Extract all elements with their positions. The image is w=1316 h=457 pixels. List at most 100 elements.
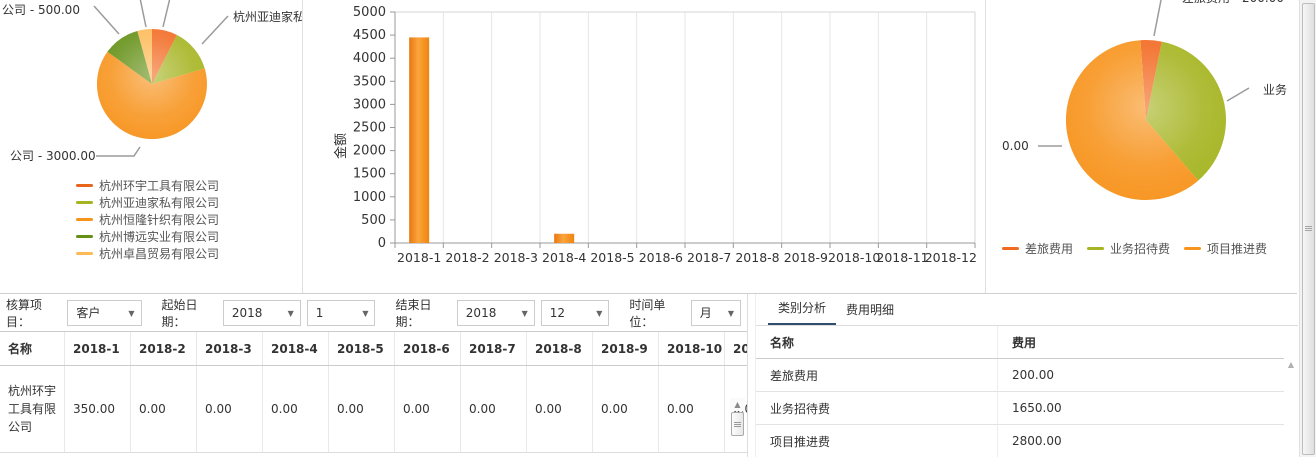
category-table-body: 差旅费用200.00业务招待费1650.00项目推进费2800.00 bbox=[756, 359, 1284, 457]
cell-fee-value: 200.00 bbox=[998, 368, 1284, 382]
col-header-month: 2018-11 bbox=[725, 332, 748, 365]
svg-text:2018-1: 2018-1 bbox=[397, 250, 441, 265]
cell-value: 0.00 bbox=[395, 366, 461, 453]
time-unit-select[interactable]: 月▼ bbox=[691, 300, 741, 326]
col-header-month: 2018-1 bbox=[65, 332, 131, 365]
pivot-table-panel: 核算项目： 客户▼ 起始日期： 2018▼ 1▼ 结束日期： 2018▼ 12▼… bbox=[0, 294, 748, 457]
page-scrollbar[interactable] bbox=[1299, 0, 1316, 457]
cell-company-name: 杭州环宇工具有限公司 bbox=[0, 366, 65, 453]
category-table-scrollbar[interactable]: ▲ bbox=[1284, 360, 1298, 369]
chevron-down-icon: ▼ bbox=[128, 309, 134, 318]
cell-value: 0.00 bbox=[461, 366, 527, 453]
svg-text:4500: 4500 bbox=[353, 28, 386, 43]
pivot-table-body: 杭州环宇工具有限公司350.000.000.000.000.000.000.00… bbox=[0, 366, 747, 453]
cell-fee-value: 2800.00 bbox=[998, 434, 1284, 448]
svg-text:2018-12: 2018-12 bbox=[925, 250, 977, 265]
bar-2018-4[interactable] bbox=[554, 234, 574, 243]
legend-label: 杭州环宇工具有限公司 bbox=[99, 177, 219, 194]
chevron-down-icon: ▼ bbox=[596, 309, 602, 318]
scrollbar-grip-icon bbox=[1305, 226, 1312, 231]
legend-item[interactable]: 差旅费用 bbox=[1002, 240, 1073, 257]
tab-category-analysis[interactable]: 类别分析 bbox=[768, 294, 836, 325]
col-header-month: 2018-3 bbox=[197, 332, 263, 365]
legend-item[interactable]: 杭州环宇工具有限公司 bbox=[76, 177, 226, 194]
page-scrollbar-thumb[interactable] bbox=[1302, 3, 1315, 455]
pivot-table-scrollbar[interactable]: ▲ bbox=[730, 398, 745, 437]
analysis-panel: 类别分析 费用明细 名称 费用 差旅费用200.00业务招待费1650.00项目… bbox=[755, 294, 1298, 457]
category-table: 名称 费用 差旅费用200.00业务招待费1650.00项目推进费2800.00 bbox=[756, 326, 1284, 457]
legend-item[interactable]: 业务招待费 bbox=[1087, 240, 1170, 257]
chevron-down-icon: ▼ bbox=[728, 309, 734, 318]
legend-item[interactable]: 杭州恒隆针织有限公司 bbox=[76, 211, 226, 228]
svg-text:1500: 1500 bbox=[353, 167, 386, 182]
legend-item[interactable]: 项目推进费 bbox=[1184, 240, 1267, 257]
scroll-up-icon[interactable]: ▲ bbox=[730, 398, 745, 411]
legend-item[interactable]: 杭州卓昌贸易有限公司 bbox=[76, 245, 226, 262]
legend-swatch-icon bbox=[76, 218, 93, 221]
chevron-down-icon: ▼ bbox=[362, 309, 368, 318]
pie-label-3000: 公司 - 3000.00 bbox=[10, 147, 96, 164]
end-date-label: 结束日期： bbox=[395, 296, 450, 330]
chevron-down-icon: ▼ bbox=[522, 309, 528, 318]
svg-text:500: 500 bbox=[361, 213, 386, 228]
tab-expense-detail[interactable]: 费用明细 bbox=[836, 295, 904, 325]
svg-text:1000: 1000 bbox=[353, 190, 386, 205]
start-year-select[interactable]: 2018▼ bbox=[223, 300, 301, 326]
legend-swatch-icon bbox=[76, 235, 93, 238]
category-pie-legend: 差旅费用业务招待费 项目推进费 bbox=[986, 240, 1283, 257]
col-header-month: 2018-4 bbox=[263, 332, 329, 365]
filter-bar: 核算项目： 客户▼ 起始日期： 2018▼ 1▼ 结束日期： 2018▼ 12▼… bbox=[0, 294, 747, 331]
analysis-tabs: 类别分析 费用明细 bbox=[756, 294, 1298, 326]
cell-value: 0.00 bbox=[131, 366, 197, 453]
monthly-bar-chart: 0500100015002000250030003500400045005000… bbox=[303, 0, 985, 293]
dashboard: 公司 - 500.00 杭州亚迪家私 公司 - 3000.00 杭州环宇工具有限… bbox=[0, 0, 1316, 457]
customer-pie-slices[interactable] bbox=[97, 29, 207, 139]
svg-text:2018-2: 2018-2 bbox=[445, 250, 489, 265]
svg-text:2018-5: 2018-5 bbox=[590, 250, 634, 265]
legend-label: 差旅费用 bbox=[1025, 240, 1073, 257]
pie-label-500: 公司 - 500.00 bbox=[2, 1, 80, 18]
legend-item[interactable]: 杭州亚迪家私有限公司 bbox=[76, 194, 226, 211]
table-row: 差旅费用200.00 bbox=[756, 359, 1284, 392]
cell-category-name: 项目推进费 bbox=[756, 425, 998, 457]
svg-text:0: 0 bbox=[378, 236, 386, 251]
svg-text:3000: 3000 bbox=[353, 97, 386, 112]
cell-value: 0.00 bbox=[329, 366, 395, 453]
legend-label: 项目推进费 bbox=[1207, 240, 1267, 257]
col-fee-header: 费用 bbox=[998, 334, 1284, 351]
category-pie-slices[interactable] bbox=[1066, 40, 1226, 200]
legend-item[interactable]: 杭州博远实业有限公司 bbox=[76, 228, 226, 245]
svg-text:2018-3: 2018-3 bbox=[494, 250, 538, 265]
cell-category-name: 业务招待费 bbox=[756, 392, 998, 424]
legend-swatch-icon bbox=[76, 184, 93, 187]
svg-text:2500: 2500 bbox=[353, 121, 386, 136]
svg-text:2018-8: 2018-8 bbox=[735, 250, 779, 265]
bar-gridlines bbox=[443, 12, 926, 243]
svg-text:2018-4: 2018-4 bbox=[542, 250, 586, 265]
svg-text:5000: 5000 bbox=[353, 5, 386, 20]
bar-2018-1[interactable] bbox=[409, 37, 429, 243]
legend-swatch-icon bbox=[1087, 247, 1104, 250]
pivot-table: 名称2018-12018-22018-32018-42018-52018-620… bbox=[0, 331, 747, 457]
legend-swatch-icon bbox=[1002, 247, 1019, 250]
legend-label: 杭州亚迪家私有限公司 bbox=[99, 194, 219, 211]
col-header-month: 2018-2 bbox=[131, 332, 197, 365]
bar-y-axis-labels: 0500100015002000250030003500400045005000 bbox=[353, 5, 386, 251]
customer-pie-panel: 公司 - 500.00 杭州亚迪家私 公司 - 3000.00 杭州环宇工具有限… bbox=[0, 0, 303, 293]
scrollbar-thumb[interactable] bbox=[731, 412, 744, 436]
start-month-select[interactable]: 1▼ bbox=[307, 300, 376, 326]
svg-text:2018-7: 2018-7 bbox=[687, 250, 731, 265]
legend-swatch-icon bbox=[1184, 247, 1201, 250]
col-header-month: 2018-10 bbox=[659, 332, 725, 365]
cell-value: 0.00 bbox=[263, 366, 329, 453]
account-item-select[interactable]: 客户▼ bbox=[67, 300, 141, 326]
bar-y-axis-title: 金额 bbox=[333, 133, 349, 159]
start-date-label: 起始日期： bbox=[162, 296, 217, 330]
end-month-select[interactable]: 12▼ bbox=[541, 300, 610, 326]
table-row: 项目推进费2800.00 bbox=[756, 425, 1284, 457]
col-header-month: 2018-9 bbox=[593, 332, 659, 365]
bar-x-axis-labels: 2018-12018-22018-32018-42018-52018-62018… bbox=[397, 250, 977, 265]
end-year-select[interactable]: 2018▼ bbox=[457, 300, 535, 326]
cell-fee-value: 1650.00 bbox=[998, 401, 1284, 415]
col-header-month: 2018-5 bbox=[329, 332, 395, 365]
